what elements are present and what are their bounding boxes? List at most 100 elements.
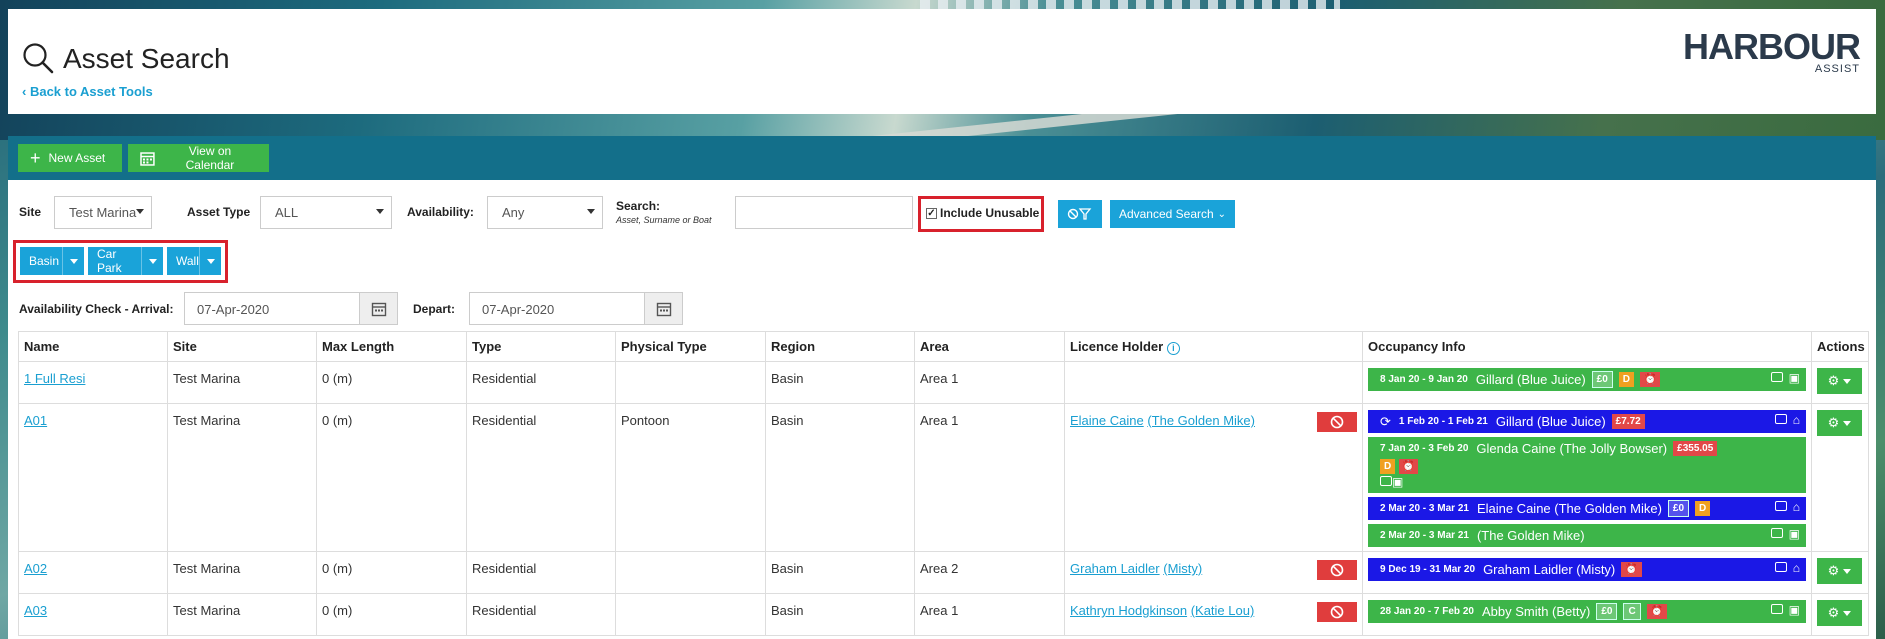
info-icon[interactable]: i bbox=[1166, 342, 1180, 355]
ad-badge-icon bbox=[1770, 528, 1783, 538]
licence-holder-link[interactable]: Graham Laidler bbox=[1070, 561, 1160, 576]
actions-menu-button[interactable]: ⚙ bbox=[1817, 368, 1862, 394]
search-label: Search: bbox=[616, 199, 661, 213]
column-header[interactable]: Area bbox=[914, 331, 1065, 362]
column-header[interactable]: Region bbox=[765, 331, 915, 362]
asset-type-select[interactable]: ALL bbox=[260, 196, 392, 229]
region-cell: Basin bbox=[765, 593, 915, 636]
briefcase-icon[interactable]: ▣ bbox=[1392, 475, 1403, 489]
column-header[interactable]: Max Length bbox=[316, 331, 467, 362]
region-wall-button[interactable]: Wall bbox=[167, 247, 221, 275]
occupancy-badge: £0 bbox=[1591, 371, 1613, 388]
new-asset-button[interactable]: + New Asset bbox=[18, 144, 122, 172]
availability-label: Availability: bbox=[407, 205, 474, 219]
boat-link[interactable]: (Katie Lou) bbox=[1191, 603, 1255, 618]
type-cell: Residential bbox=[466, 593, 616, 636]
calendar-icon bbox=[140, 151, 155, 166]
column-header-licence-holder[interactable]: Licence Holder i bbox=[1064, 331, 1363, 362]
calendar-icon bbox=[371, 302, 386, 316]
type-cell: Residential bbox=[466, 403, 616, 552]
asset-name-link[interactable]: A02 bbox=[24, 561, 47, 576]
occupancy-entry[interactable]: 9 Dec 19 - 31 Mar 20 Graham Laidler (Mist… bbox=[1368, 558, 1806, 581]
occupancy-entry[interactable]: ⟳ 1 Feb 20 - 1 Feb 21 Gillard (Blue Juice)… bbox=[1368, 410, 1806, 433]
availability-select[interactable]: Any bbox=[487, 196, 603, 229]
depart-calendar-button[interactable] bbox=[644, 292, 683, 325]
caret-down-icon bbox=[141, 247, 163, 275]
actions-cell: ⚙ bbox=[1811, 403, 1869, 552]
header-card: Asset Search ‹ Back to Asset Tools HARBO… bbox=[8, 9, 1876, 114]
search-icon bbox=[23, 43, 54, 74]
actions-menu-button[interactable]: ⚙ bbox=[1817, 558, 1862, 584]
boat-link[interactable]: (The Golden Mike) bbox=[1147, 413, 1255, 428]
actions-menu-button[interactable]: ⚙ bbox=[1817, 600, 1862, 626]
asset-name-link[interactable]: 1 Full Resi bbox=[24, 371, 85, 386]
occupancy-entry[interactable]: 8 Jan 20 - 9 Jan 20 Gillard (Blue Juice) £… bbox=[1368, 368, 1806, 391]
depart-date-input[interactable]: 07-Apr-2020 bbox=[469, 292, 645, 325]
arrival-label: Availability Check - Arrival: bbox=[19, 302, 174, 316]
advanced-search-button[interactable]: Advanced Search ⌄ bbox=[1110, 200, 1235, 228]
asset-name-cell: A03 bbox=[18, 593, 168, 636]
physical-type-cell bbox=[615, 551, 766, 594]
recurring-icon: ⟳ bbox=[1380, 413, 1391, 429]
column-header[interactable]: Site bbox=[167, 331, 317, 362]
max-length-cell: 0 (m) bbox=[316, 403, 467, 552]
occupancy-entry[interactable]: 2 Mar 20 - 3 Mar 21 (The Golden Mike) ▣ bbox=[1368, 524, 1806, 547]
occupancy-cell: 8 Jan 20 - 9 Jan 20 Gillard (Blue Juice) £… bbox=[1362, 361, 1812, 404]
physical-type-cell bbox=[615, 361, 766, 404]
ad-badge-icon bbox=[1380, 476, 1392, 486]
region-cell: Basin bbox=[765, 403, 915, 552]
briefcase-icon[interactable]: ▣ bbox=[1789, 604, 1800, 616]
licence-holder-cell: Kathryn Hodgkinson (Katie Lou) bbox=[1064, 593, 1363, 636]
gear-icon: ⚙ bbox=[1827, 605, 1840, 620]
chevron-down-icon: ⌄ bbox=[1217, 208, 1227, 220]
search-input[interactable] bbox=[735, 196, 913, 229]
home-icon[interactable]: ⌂ bbox=[1793, 501, 1800, 513]
occupancy-entry[interactable]: 2 Mar 20 - 3 Mar 21 Elaine Caine (The Gol… bbox=[1368, 497, 1806, 520]
clear-filter-button[interactable] bbox=[1058, 200, 1102, 228]
column-header[interactable]: Occupancy Info bbox=[1362, 331, 1812, 362]
action-toolbar: + New Asset View on Calendar bbox=[8, 136, 1876, 180]
occupancy-entry[interactable]: 28 Jan 20 - 7 Feb 20 Abby Smith (Betty) £0… bbox=[1368, 600, 1806, 623]
chevron-left-icon: ‹ bbox=[22, 84, 30, 99]
occupancy-entry[interactable]: 7 Jan 20 - 3 Feb 20 Glenda Caine (The Jol… bbox=[1368, 437, 1806, 493]
briefcase-icon[interactable]: ▣ bbox=[1789, 372, 1800, 384]
back-to-asset-tools-link[interactable]: ‹ Back to Asset Tools bbox=[22, 84, 153, 99]
caret-down-icon bbox=[1843, 568, 1852, 574]
column-header[interactable]: Type bbox=[466, 331, 616, 362]
column-header[interactable]: Physical Type bbox=[615, 331, 766, 362]
max-length-cell: 0 (m) bbox=[316, 593, 467, 636]
home-icon[interactable]: ⌂ bbox=[1793, 414, 1800, 426]
caret-down-icon bbox=[62, 247, 84, 275]
caret-down-icon bbox=[1843, 378, 1852, 384]
remove-licence-button[interactable] bbox=[1317, 412, 1357, 432]
alarm-clock-icon: ⏰ bbox=[1646, 604, 1668, 619]
remove-licence-button[interactable] bbox=[1317, 560, 1357, 580]
gear-icon: ⚙ bbox=[1827, 373, 1840, 388]
region-basin-button[interactable]: Basin bbox=[20, 247, 84, 275]
include-unusable-checkbox[interactable]: ✓ Include Unusable bbox=[926, 206, 1039, 220]
arrival-date-input[interactable]: 07-Apr-2020 bbox=[184, 292, 360, 325]
occupancy-badge: C bbox=[1623, 603, 1641, 620]
ban-icon bbox=[1330, 563, 1344, 577]
remove-licence-button[interactable] bbox=[1317, 602, 1357, 622]
gear-icon: ⚙ bbox=[1827, 563, 1840, 578]
home-icon[interactable]: ⌂ bbox=[1793, 562, 1800, 574]
site-select[interactable]: Test Marina bbox=[54, 196, 152, 229]
occupancy-badge: £0 bbox=[1667, 500, 1690, 517]
caret-down-icon bbox=[1843, 610, 1852, 616]
asset-name-link[interactable]: A03 bbox=[24, 603, 47, 618]
column-header[interactable]: Name bbox=[18, 331, 168, 362]
table-row: A01 Test Marina 0 (m) Residential Pontoon Bas… bbox=[18, 403, 1869, 552]
licence-holder-link[interactable]: Kathryn Hodgkinson bbox=[1070, 603, 1187, 618]
asset-name-link[interactable]: A01 bbox=[24, 413, 47, 428]
arrival-calendar-button[interactable] bbox=[359, 292, 398, 325]
licence-holder-link[interactable]: Elaine Caine bbox=[1070, 413, 1144, 428]
briefcase-icon[interactable]: ▣ bbox=[1789, 528, 1800, 540]
site-label: Site bbox=[19, 205, 42, 219]
boat-link[interactable]: (Misty) bbox=[1163, 561, 1202, 576]
actions-menu-button[interactable]: ⚙ bbox=[1817, 410, 1862, 436]
region-car-park-button[interactable]: Car Park bbox=[88, 247, 163, 275]
view-on-calendar-button[interactable]: View on Calendar bbox=[128, 144, 269, 172]
depart-label: Depart: bbox=[413, 302, 456, 316]
ad-badge-icon bbox=[1770, 604, 1783, 614]
